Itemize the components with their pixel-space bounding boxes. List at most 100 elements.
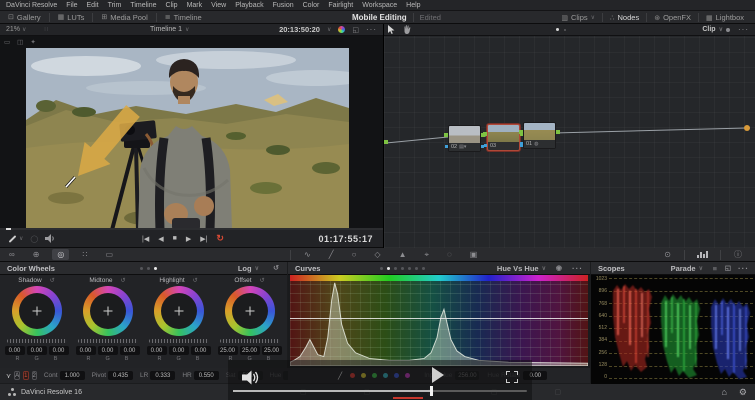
pagination-dot-active[interactable] (154, 267, 157, 270)
reset-icon[interactable]: ↺ (193, 277, 198, 284)
value-box[interactable]: 0.00 (120, 346, 140, 355)
node-input-key[interactable] (445, 145, 448, 148)
qualifier-icon[interactable]: ╱ (320, 250, 343, 259)
wheel-page-2-tab[interactable]: 2 (32, 371, 37, 380)
play-overlay-icon[interactable] (432, 367, 444, 383)
value-box[interactable]: 0.00 (5, 346, 25, 355)
fullscreen-icon[interactable] (506, 371, 518, 383)
hr-value[interactable]: 0.550 (194, 371, 219, 380)
value-box[interactable]: 0.00 (191, 346, 211, 355)
color-wheels-icon[interactable]: ◎ (52, 249, 69, 260)
value-box[interactable]: 0.00 (169, 346, 189, 355)
camera-raw-icon[interactable]: ∞ (0, 250, 24, 259)
wheels-reset-icon[interactable]: ↺ (273, 264, 279, 272)
node-menu-icon[interactable]: ··· (738, 25, 749, 34)
value-box[interactable]: 25.00 (240, 346, 260, 355)
step-back-button[interactable]: ◀ (158, 235, 163, 243)
midtone-master-slider[interactable] (78, 339, 138, 343)
rgb-mixer-icon[interactable]: ∷ (73, 250, 96, 259)
value-box[interactable]: 0.00 (98, 346, 118, 355)
timeline-select[interactable]: Timeline 1 ∨ (150, 26, 189, 33)
scopes-expand-icon[interactable]: ◱ (725, 264, 731, 272)
menu-workspace[interactable]: Workspace (362, 2, 397, 9)
menu-view[interactable]: View (211, 2, 226, 9)
tracker-icon[interactable]: ⌖ (416, 250, 439, 260)
highlight-master-slider[interactable] (149, 339, 209, 343)
pagination-dot-active[interactable] (556, 28, 559, 31)
wheels-pagination[interactable] (140, 267, 157, 270)
pagination-dot[interactable] (564, 29, 566, 31)
node-input-rgb[interactable] (483, 132, 487, 136)
power-window-icon[interactable]: ○ (343, 250, 366, 259)
lr-value[interactable]: 0.333 (150, 371, 175, 380)
hand-icon[interactable] (403, 25, 411, 34)
openfx-button[interactable]: ⊛ OpenFX (647, 11, 698, 24)
pagination-dot[interactable] (140, 267, 143, 270)
image-mode-icon[interactable]: ▭ (4, 38, 10, 46)
annotation-pen-button[interactable]: ∨ (8, 235, 23, 242)
node-pagination[interactable] (556, 28, 566, 31)
cursor-icon[interactable] (388, 25, 395, 34)
highlight-color-wheel[interactable] (154, 286, 204, 336)
menu-edit[interactable]: Edit (87, 2, 99, 9)
menu-clip[interactable]: Clip (166, 2, 178, 9)
curves-icon[interactable]: ∿ (295, 250, 320, 259)
eye-icon[interactable]: ⊙ (655, 250, 680, 259)
shadow-master-slider[interactable] (7, 339, 67, 343)
source-timecode[interactable]: 20:13:50:20 (279, 25, 320, 34)
nodes-button[interactable]: ∴ Nodes (603, 11, 646, 24)
viewer-video-frame[interactable] (26, 48, 349, 230)
go-to-end-button[interactable]: ▶| (200, 235, 207, 243)
menu-trim[interactable]: Trim (108, 2, 122, 9)
luts-button[interactable]: ▦ LUTs (50, 11, 93, 23)
scopes-mode-select[interactable]: Parade ∨ (671, 264, 703, 273)
pagination-dot[interactable] (422, 267, 425, 270)
auto-mode-icon[interactable]: A (14, 371, 20, 380)
menu-color[interactable]: Color (303, 2, 320, 9)
pagination-dot[interactable] (147, 267, 150, 270)
menu-playback[interactable]: Playback (235, 2, 263, 9)
node-output-rgb[interactable] (556, 130, 560, 134)
stop-button[interactable]: ■ (173, 235, 177, 242)
value-box[interactable]: 25.00 (262, 346, 282, 355)
seek-bar[interactable] (233, 390, 527, 392)
pagination-dot[interactable] (394, 267, 397, 270)
value-box[interactable]: 0.00 (147, 346, 167, 355)
expand-icon[interactable]: ◱ (352, 26, 359, 34)
menu-fusion[interactable]: Fusion (273, 2, 294, 9)
spline-mode-icon[interactable]: ⋎ (6, 372, 11, 380)
curve-presets-icon[interactable]: ◉ (556, 264, 562, 272)
pagination-dot-active[interactable] (387, 267, 390, 270)
lightbox-button[interactable]: ▦ Lightbox (699, 11, 751, 24)
wheels-mode-select[interactable]: Log ∨ (238, 264, 259, 273)
menu-help[interactable]: Help (406, 2, 420, 9)
project-manager-icon[interactable]: ⌂ (721, 387, 726, 398)
value-box[interactable]: 25.00 (218, 346, 238, 355)
node-input-rgb[interactable] (519, 130, 523, 134)
reset-icon[interactable]: ↺ (260, 277, 265, 284)
source-connector[interactable] (384, 140, 388, 144)
value-box[interactable]: 0.00 (49, 346, 69, 355)
pagination-dot[interactable] (415, 267, 418, 270)
node-input-key[interactable] (484, 144, 487, 147)
menu-app[interactable]: DaVinci Resolve (6, 2, 57, 9)
color-palette-icon[interactable] (338, 26, 345, 33)
viewer-menu-icon[interactable]: ··· (366, 25, 377, 34)
menu-file[interactable]: File (66, 2, 77, 9)
wheel-page-1-tab[interactable]: 1 (23, 371, 28, 380)
motion-effects-icon[interactable]: ▭ (96, 250, 122, 259)
offset-master-slider[interactable] (220, 339, 280, 343)
timeline-button[interactable]: ≣ Timeline (157, 11, 210, 23)
offset-color-wheel[interactable] (225, 286, 275, 336)
node-01[interactable]: 01 ◍ (523, 122, 556, 149)
midtone-color-wheel[interactable] (83, 286, 133, 336)
node-graph[interactable]: 02 ▤▾ 03 01 ◍ (384, 36, 755, 248)
curves-pagination[interactable] (380, 267, 425, 270)
audio-mute-icon[interactable] (45, 234, 55, 243)
pagination-dot[interactable] (408, 267, 411, 270)
scopes-toggle-icon[interactable] (689, 251, 716, 258)
pagination-dot[interactable] (380, 267, 383, 270)
viewer-options-icon[interactable]: ∷ (44, 26, 48, 33)
value-box[interactable]: 0.00 (27, 346, 47, 355)
scopes-menu-icon[interactable]: ··· (738, 264, 749, 273)
